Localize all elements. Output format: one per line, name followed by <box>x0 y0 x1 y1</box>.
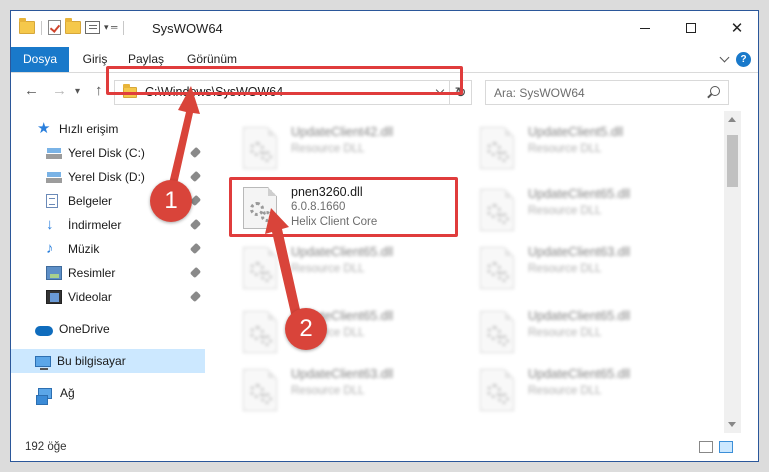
step-2-badge: 2 <box>285 308 327 350</box>
step-1-badge: 1 <box>150 180 192 222</box>
arrow-2 <box>265 208 301 318</box>
annotation-arrows <box>166 86 301 318</box>
